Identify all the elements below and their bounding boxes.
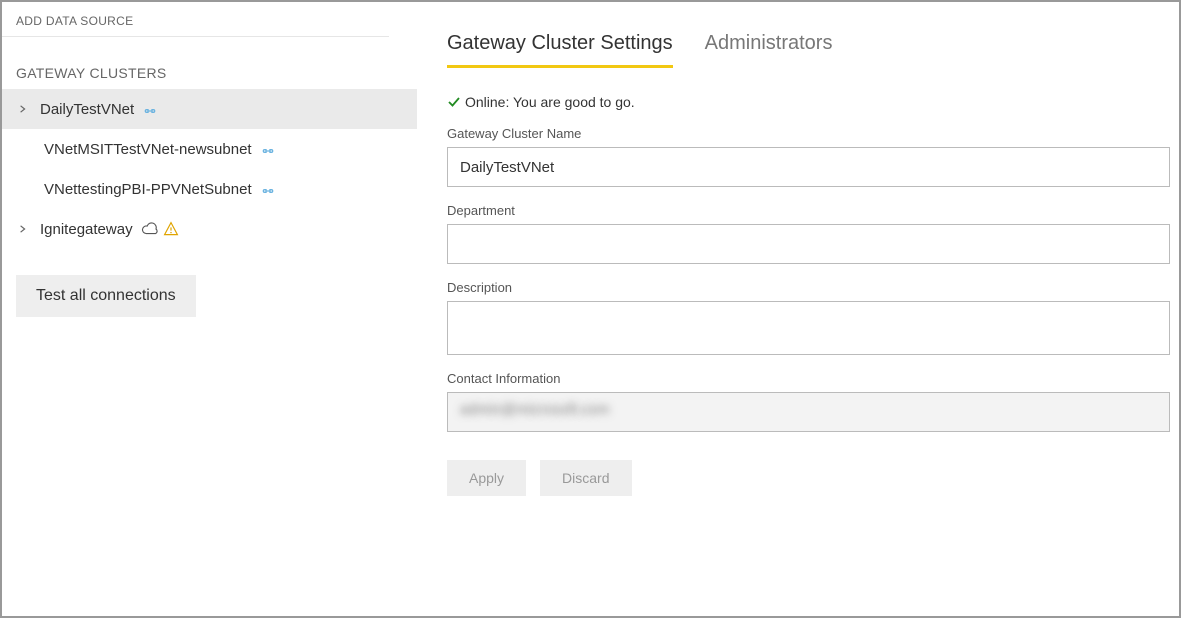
field-department: Department: [447, 203, 1169, 264]
sidebar: ADD DATA SOURCE GATEWAY CLUSTERS DailyTe…: [2, 2, 417, 616]
description-label: Description: [447, 280, 1169, 295]
chevron-right-icon[interactable]: [16, 104, 30, 114]
check-icon: [447, 95, 461, 109]
department-input[interactable]: [447, 224, 1170, 264]
action-row: Apply Discard: [447, 460, 1169, 496]
add-data-source-link[interactable]: ADD DATA SOURCE: [2, 10, 389, 37]
chevron-right-icon[interactable]: [16, 224, 30, 234]
tab-gateway-cluster-settings[interactable]: Gateway Cluster Settings: [447, 26, 673, 68]
tab-administrators[interactable]: Administrators: [705, 26, 833, 68]
gateway-clusters-heading: GATEWAY CLUSTERS: [2, 37, 417, 89]
gateway-tree: DailyTestVNet VNetMSITTestVNet-newsubnet…: [2, 89, 417, 249]
link-icon: [142, 103, 158, 115]
warning-icon: [163, 221, 179, 237]
gateway-item-label: VNettestingPBI-PPVNetSubnet: [44, 181, 252, 198]
gateway-item-label: Ignitegateway: [40, 221, 133, 238]
discard-button[interactable]: Discard: [540, 460, 631, 496]
department-label: Department: [447, 203, 1169, 218]
gateway-item-label: VNetMSITTestVNet-newsubnet: [44, 141, 252, 158]
contact-label: Contact Information: [447, 371, 1169, 386]
gateway-item-dailytestvnet[interactable]: DailyTestVNet: [2, 89, 417, 129]
link-icon: [260, 183, 276, 195]
field-name: Gateway Cluster Name: [447, 126, 1169, 187]
contact-input[interactable]: admin@microsoft.com: [447, 392, 1170, 432]
name-input[interactable]: [447, 147, 1170, 187]
description-input[interactable]: [447, 301, 1170, 355]
test-all-connections-button[interactable]: Test all connections: [16, 275, 196, 317]
tab-bar: Gateway Cluster Settings Administrators: [447, 26, 1169, 68]
gateway-item-vnettestingpbi[interactable]: VNettestingPBI-PPVNetSubnet: [2, 169, 417, 209]
apply-button[interactable]: Apply: [447, 460, 526, 496]
cloud-icon: [141, 222, 159, 236]
gateway-item-label: DailyTestVNet: [40, 101, 134, 118]
field-description: Description: [447, 280, 1169, 355]
status-text: Online: You are good to go.: [465, 94, 635, 110]
status-row: Online: You are good to go.: [447, 94, 1169, 110]
gateway-item-vnetmsit[interactable]: VNetMSITTestVNet-newsubnet: [2, 129, 417, 169]
gateway-item-ignitegateway[interactable]: Ignitegateway: [2, 209, 417, 249]
link-icon: [260, 143, 276, 155]
name-label: Gateway Cluster Name: [447, 126, 1169, 141]
main-panel: Gateway Cluster Settings Administrators …: [417, 2, 1179, 616]
field-contact: Contact Information admin@microsoft.com: [447, 371, 1169, 432]
